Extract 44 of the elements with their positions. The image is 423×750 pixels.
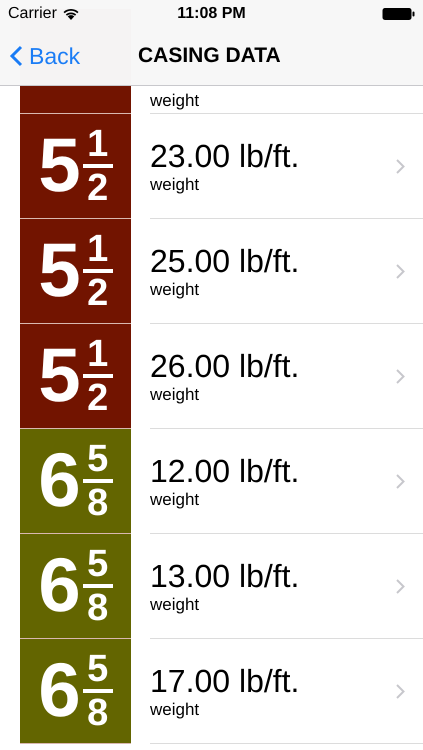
weight-label: weight bbox=[150, 385, 200, 405]
size-whole: 6 bbox=[38, 548, 81, 624]
weight-value: 23.00 lb/ft. bbox=[150, 137, 300, 175]
size-numerator: 5 bbox=[87, 546, 108, 582]
size-whole: 6 bbox=[38, 653, 81, 729]
nav-title: CASING DATA bbox=[138, 44, 281, 68]
chevron-icon bbox=[396, 578, 405, 594]
chevron-icon bbox=[396, 264, 405, 278]
carrier-label: Carrier bbox=[8, 4, 57, 22]
weight-label: weight bbox=[150, 280, 200, 300]
size-denominator: 8 bbox=[87, 694, 108, 731]
size-denominator: 8 bbox=[87, 590, 108, 626]
size-numerator: 1 bbox=[87, 336, 108, 372]
status-time: 11:08 PM bbox=[177, 4, 246, 22]
size-whole: 6 bbox=[38, 443, 81, 519]
size-whole: 5 bbox=[38, 128, 81, 204]
size-numerator: 5 bbox=[87, 441, 108, 478]
size-numerator: 1 bbox=[87, 126, 108, 162]
weight-label: weight bbox=[150, 595, 200, 615]
size-denominator: 8 bbox=[87, 484, 108, 521]
weight-value: 25.00 lb/ft. bbox=[150, 242, 300, 280]
weight-value: 26.00 lb/ft. bbox=[150, 347, 300, 385]
back-button[interactable]: Back bbox=[0, 42, 80, 70]
size-whole: 5 bbox=[38, 338, 81, 414]
size-numerator: 1 bbox=[87, 231, 108, 268]
chevron-icon bbox=[396, 368, 405, 384]
weight-value: 13.00 lb/ft. bbox=[150, 557, 300, 595]
size-denominator: 2 bbox=[87, 170, 108, 206]
battery-icon bbox=[382, 6, 415, 20]
size-denominator: 2 bbox=[87, 380, 108, 416]
weight-label: weight bbox=[150, 91, 200, 111]
chevron-icon bbox=[396, 474, 405, 488]
weight-label: weight bbox=[150, 175, 200, 195]
size-numerator: 5 bbox=[87, 651, 108, 688]
weight-label: weight bbox=[150, 700, 200, 720]
wifi-icon bbox=[62, 7, 80, 20]
chevron-icon bbox=[396, 684, 405, 698]
chevron-icon bbox=[396, 158, 405, 174]
size-denominator: 2 bbox=[87, 274, 108, 311]
weight-value: 12.00 lb/ft. bbox=[150, 452, 300, 490]
size-whole: 5 bbox=[38, 233, 81, 309]
back-chevron-icon bbox=[10, 45, 23, 67]
weight-label: weight bbox=[150, 490, 200, 510]
weight-value: 17.00 lb/ft. bbox=[150, 662, 300, 700]
